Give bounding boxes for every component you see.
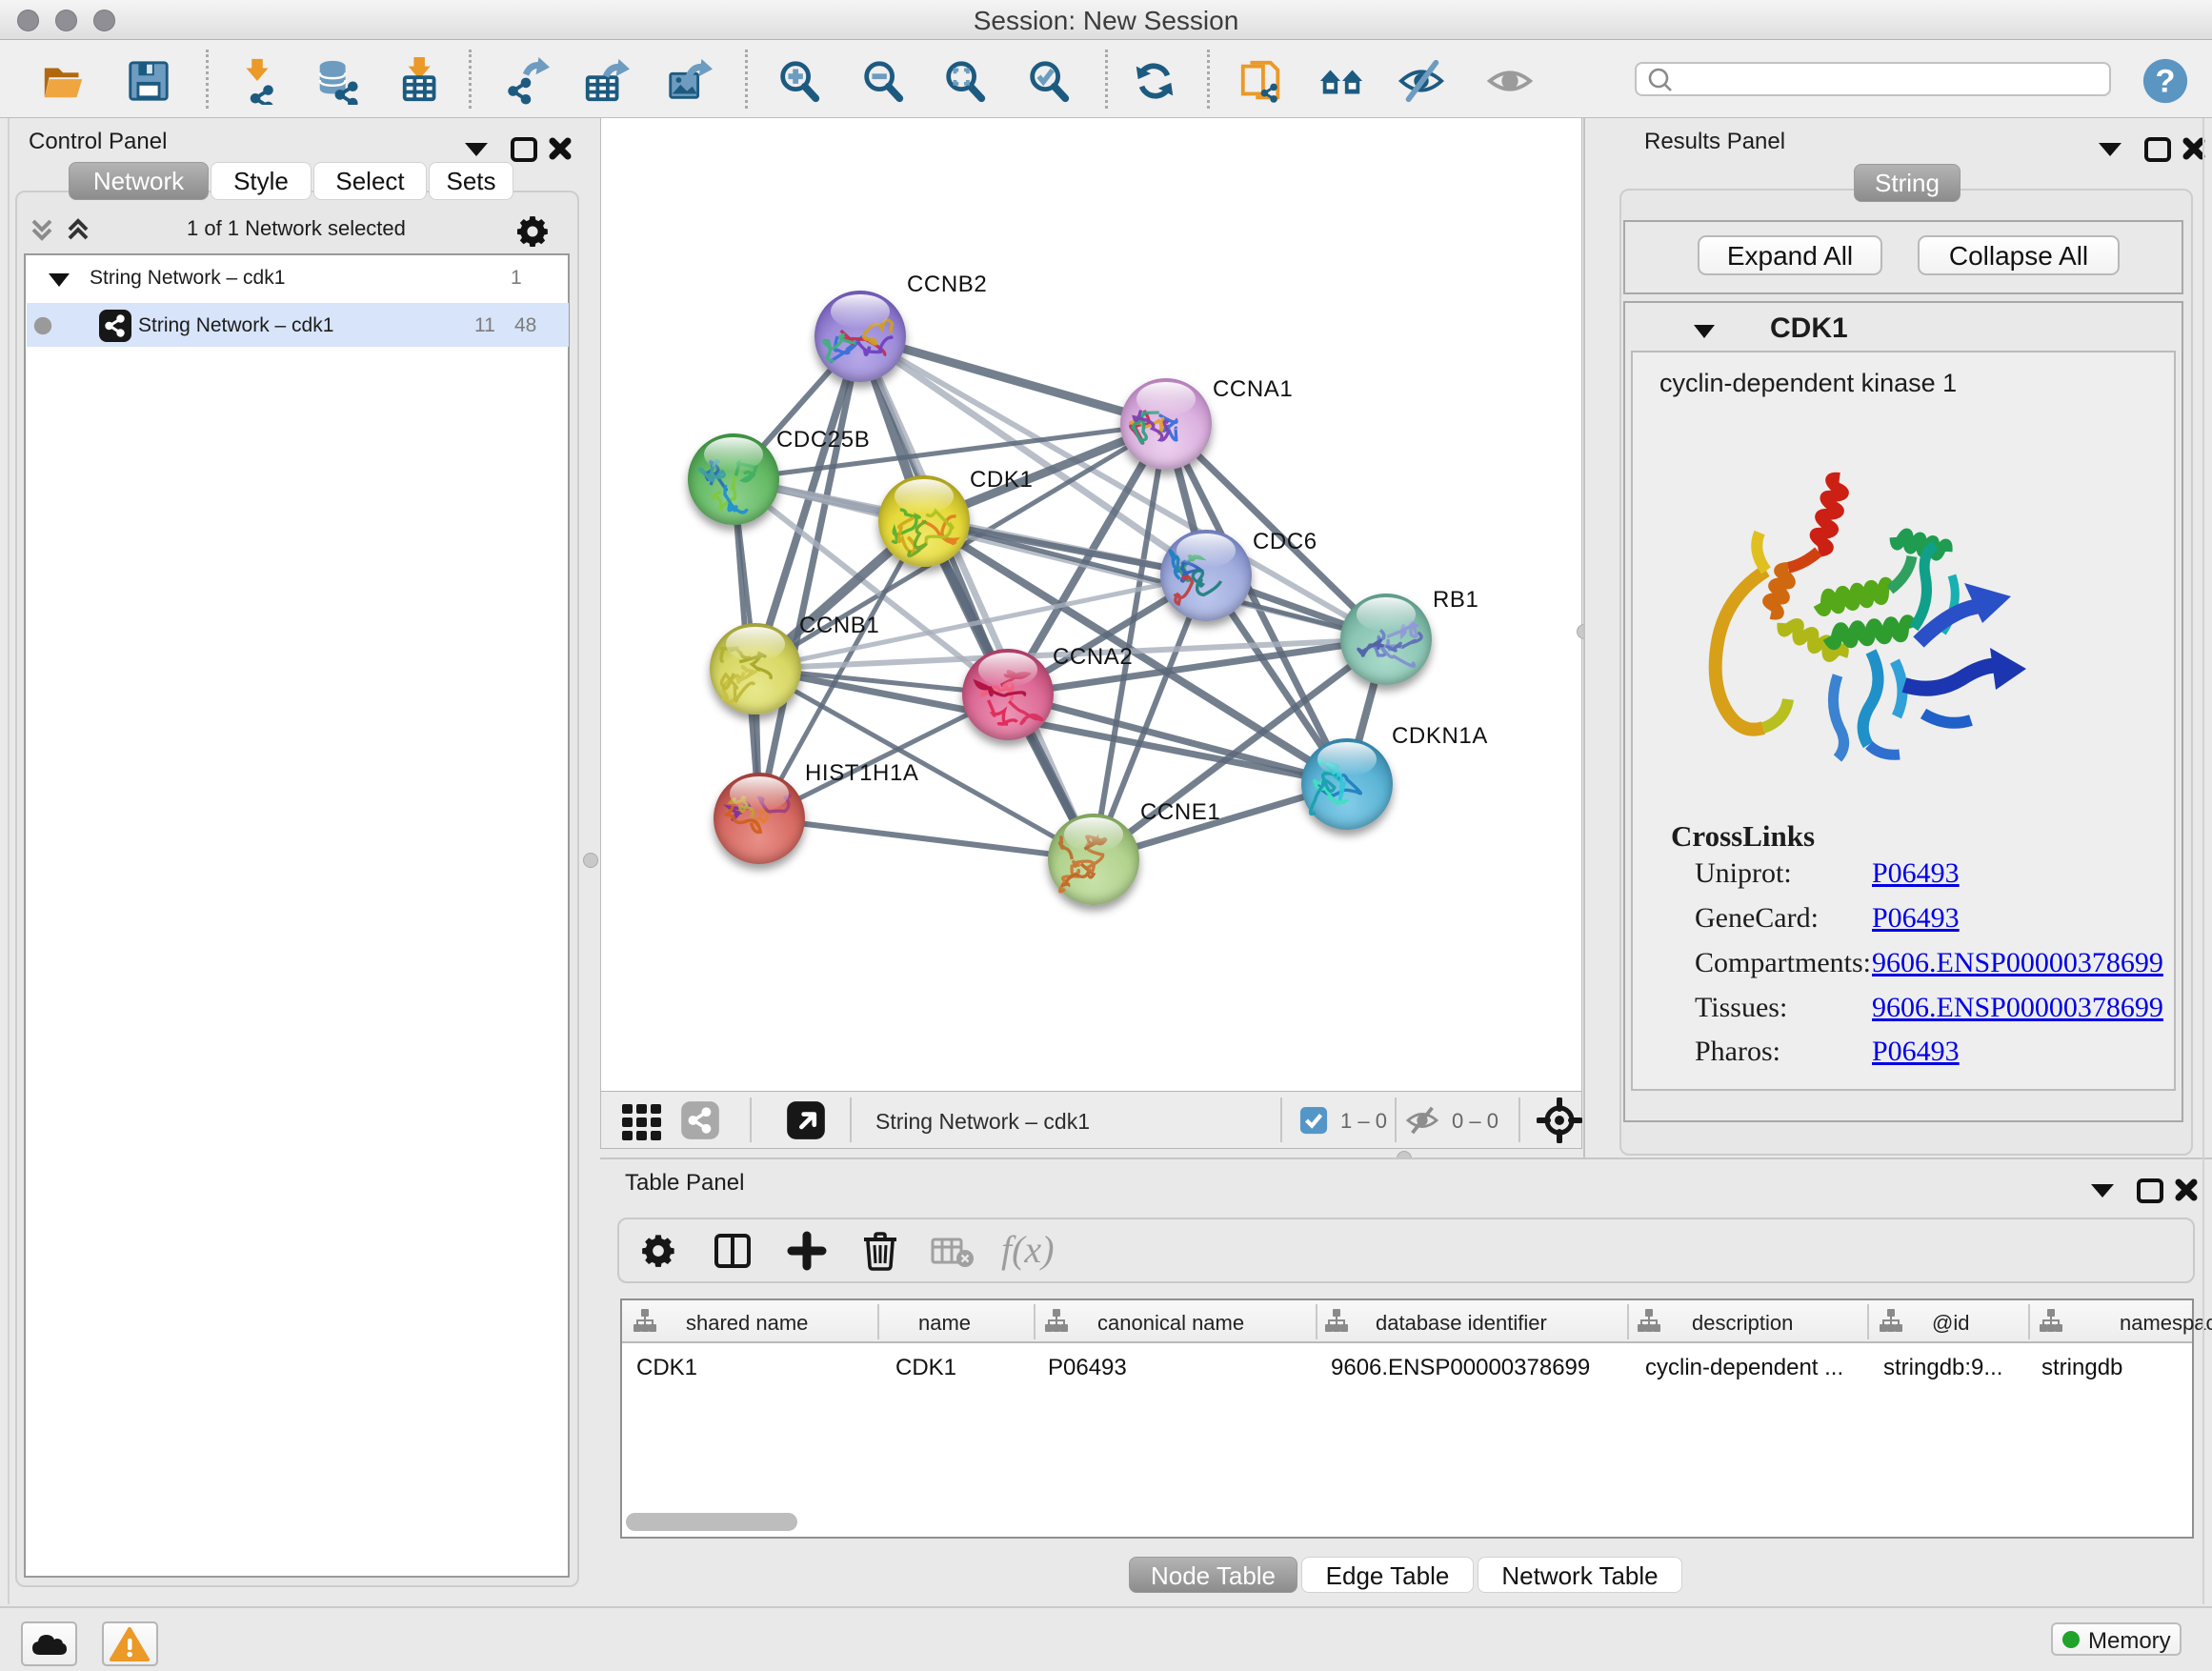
svg-text:?: ? (2155, 64, 2175, 100)
